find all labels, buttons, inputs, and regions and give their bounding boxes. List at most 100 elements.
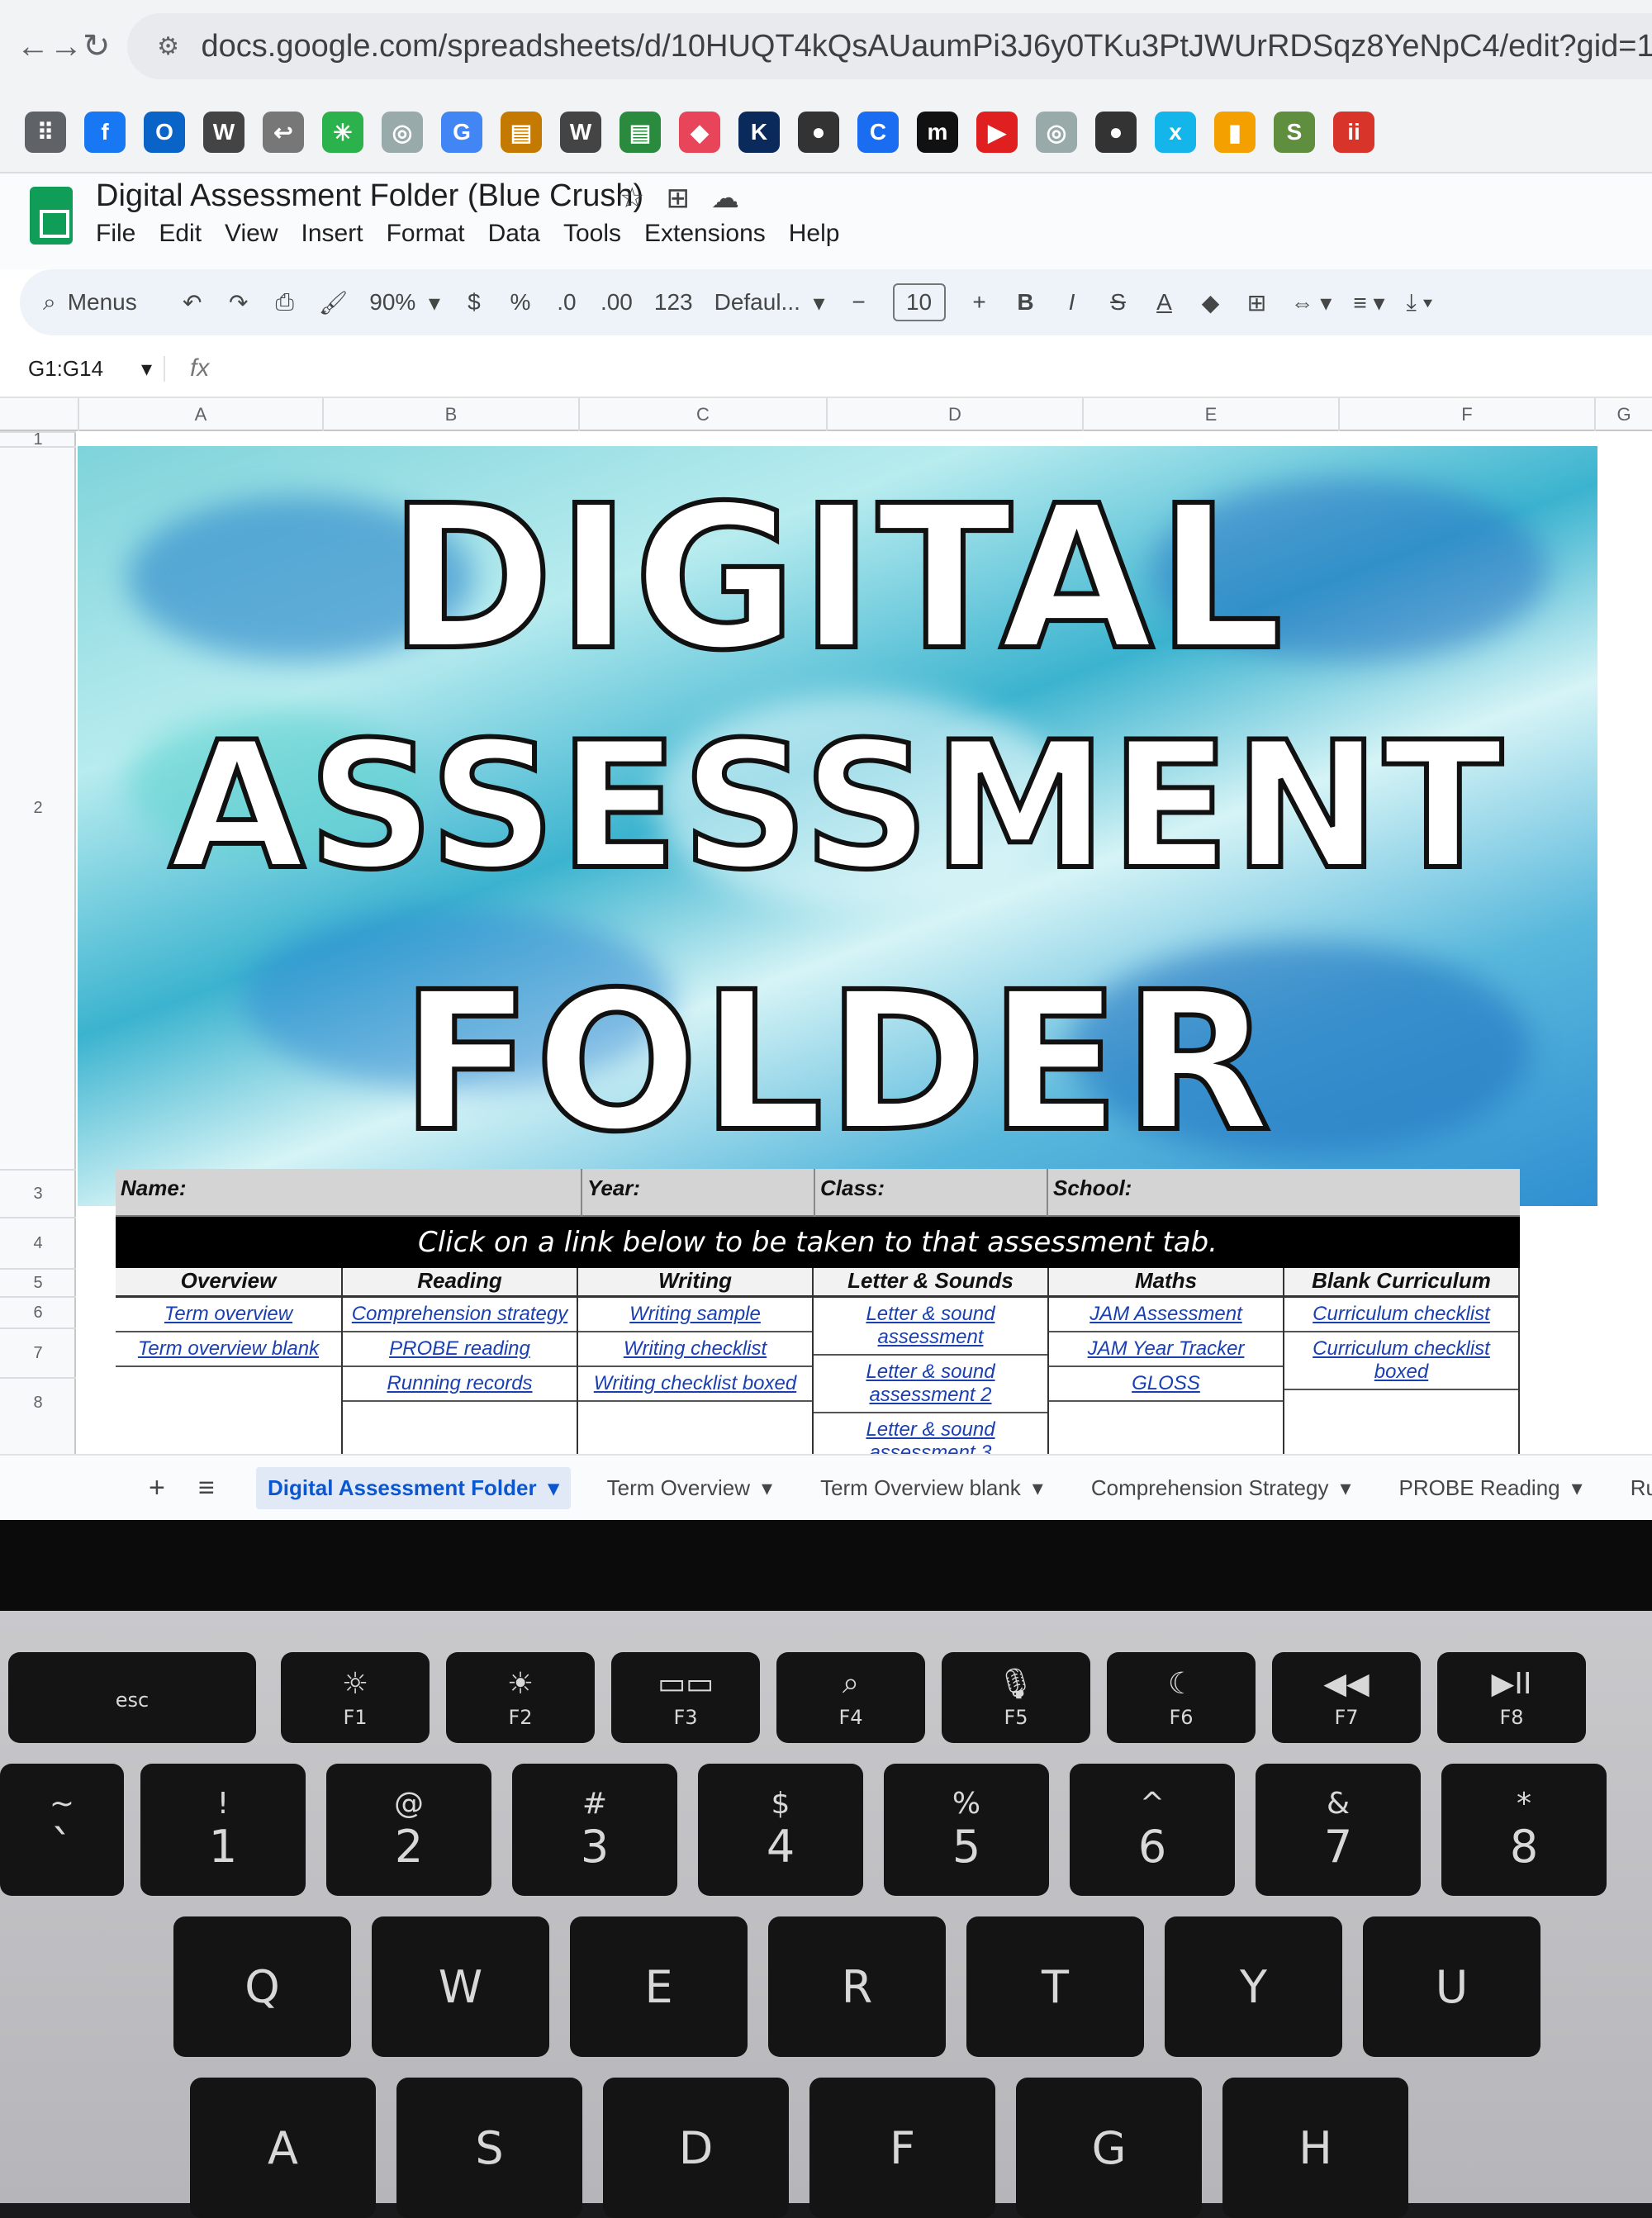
paint-format-icon[interactable]: 🖌 xyxy=(319,289,349,316)
function-key-f5[interactable]: 🎙 F5 xyxy=(942,1652,1090,1743)
function-key-f2[interactable]: ☀ F2 xyxy=(446,1652,595,1743)
name-cell[interactable]: Name: xyxy=(116,1169,582,1217)
site-settings-icon[interactable]: ⚙ xyxy=(150,28,187,64)
redo-icon[interactable]: ↷ xyxy=(226,289,251,316)
esc-key[interactable]: esc xyxy=(8,1652,256,1743)
number-key-`[interactable]: ~ ` xyxy=(0,1764,124,1896)
assessment-link[interactable]: PROBE reading xyxy=(343,1332,577,1367)
row-header-8[interactable]: 8 xyxy=(0,1377,76,1427)
column-header-c[interactable]: C xyxy=(578,398,826,431)
assessment-link[interactable]: Curriculum checklist xyxy=(1284,1298,1518,1332)
number-key-4[interactable]: $4 xyxy=(698,1764,863,1896)
function-key-f8[interactable]: ▶II F8 xyxy=(1437,1652,1586,1743)
function-key-f6[interactable]: ☾ F6 xyxy=(1107,1652,1256,1743)
column-header-d[interactable]: D xyxy=(826,398,1082,431)
assessment-link[interactable]: Comprehension strategy xyxy=(343,1298,577,1332)
column-header-a[interactable]: A xyxy=(78,398,322,431)
number-key-6[interactable]: ^ 6 xyxy=(1070,1764,1235,1896)
row-header-7[interactable]: 7 xyxy=(0,1327,76,1377)
wordpress-icon-2[interactable]: W xyxy=(560,112,601,153)
number-key-1[interactable]: ! 1 xyxy=(140,1764,306,1896)
letter-key-g[interactable]: G xyxy=(1016,2078,1202,2218)
chevron-down-icon[interactable]: ▾ xyxy=(548,1475,559,1501)
assessment-link[interactable]: Curriculum checklist boxed xyxy=(1284,1332,1518,1390)
menu-item-insert[interactable]: Insert xyxy=(301,220,363,248)
outlook-icon[interactable]: O xyxy=(144,112,185,153)
globe-icon-2[interactable]: ● xyxy=(1095,112,1137,153)
number-key-2[interactable]: @2 xyxy=(326,1764,491,1896)
zoom-select[interactable]: 90% ▾ xyxy=(369,289,440,316)
menu-item-format[interactable]: Format xyxy=(387,220,465,248)
letter-key-r[interactable]: R xyxy=(768,1916,946,2057)
star-icon[interactable]: ☆ xyxy=(620,182,644,215)
letter-key-q[interactable]: Q xyxy=(173,1916,351,2057)
percent-format-button[interactable]: % xyxy=(508,289,533,316)
strikethrough-icon[interactable]: S xyxy=(1106,289,1131,316)
sheet-tab[interactable]: Digital Assessment Folder ▾ xyxy=(256,1466,571,1509)
sheet-tab[interactable]: Term Overview ▾ xyxy=(596,1467,784,1509)
vertical-align-icon[interactable]: ⤓ ▾ xyxy=(1407,289,1433,316)
letter-key-h[interactable]: H xyxy=(1222,2078,1408,2218)
sheet-tab[interactable]: Comprehension Strategy ▾ xyxy=(1080,1467,1363,1509)
chevron-down-icon[interactable]: ▾ xyxy=(1032,1475,1043,1501)
column-header-b[interactable]: B xyxy=(322,398,578,431)
apps-grid-icon[interactable]: ⠿ xyxy=(25,112,66,153)
add-sheet-icon[interactable]: + xyxy=(149,1472,165,1504)
menu-item-help[interactable]: Help xyxy=(789,220,840,248)
play-icon[interactable]: ▶ xyxy=(976,112,1018,153)
chevron-down-icon[interactable]: ▾ xyxy=(1572,1475,1583,1501)
row-header-1[interactable]: 1 xyxy=(0,430,76,449)
letter-key-d[interactable]: D xyxy=(603,2078,789,2218)
number-key-3[interactable]: #3 xyxy=(512,1764,677,1896)
function-key-f7[interactable]: ◀◀ F7 xyxy=(1272,1652,1421,1743)
school-cell[interactable]: School: xyxy=(1048,1169,1520,1217)
assessment-link[interactable]: Writing checklist boxed xyxy=(578,1367,812,1402)
italic-button[interactable]: I xyxy=(1060,289,1085,316)
function-key-f1[interactable]: ☼ F1 xyxy=(281,1652,430,1743)
assessment-link[interactable]: Writing sample xyxy=(578,1298,812,1332)
assessment-link[interactable]: Running records xyxy=(343,1367,577,1402)
currency-format-button[interactable]: $ xyxy=(462,289,487,316)
number-key-5[interactable]: % 5 xyxy=(884,1764,1049,1896)
letter-key-t[interactable]: T xyxy=(966,1916,1144,2057)
all-sheets-icon[interactable]: ≡ xyxy=(198,1472,215,1504)
shopify-icon[interactable]: S xyxy=(1274,112,1315,153)
k-icon[interactable]: K xyxy=(738,112,780,153)
search-menus[interactable]: ⌕ Menus xyxy=(43,289,159,316)
assessment-link[interactable]: JAM Assessment xyxy=(1049,1298,1283,1332)
book-icon-2[interactable]: ▤ xyxy=(620,112,661,153)
book-icon[interactable]: ▤ xyxy=(501,112,542,153)
decrease-font-size-button[interactable]: − xyxy=(847,289,871,316)
letter-key-w[interactable]: W xyxy=(372,1916,549,2057)
assessment-link[interactable]: Writing checklist xyxy=(578,1332,812,1367)
number-key-8[interactable]: * 8 xyxy=(1441,1764,1607,1896)
column-header-e[interactable]: E xyxy=(1082,398,1338,431)
sheets-logo-icon[interactable] xyxy=(30,187,73,245)
assessment-link[interactable]: Letter & sound assessment xyxy=(814,1298,1047,1356)
row-header-3[interactable]: 3 xyxy=(0,1169,76,1217)
forward-arrow-icon[interactable]: → xyxy=(50,20,83,73)
assessment-link[interactable]: GLOSS xyxy=(1049,1367,1283,1402)
sparkle-icon[interactable]: ✳ xyxy=(322,112,363,153)
year-cell[interactable]: Year: xyxy=(582,1169,815,1217)
letter-key-f[interactable]: F xyxy=(809,2078,995,2218)
move-folder-icon[interactable]: ⊞ xyxy=(666,182,690,215)
gem-icon[interactable]: ◆ xyxy=(679,112,720,153)
font-size-input[interactable]: 10 xyxy=(892,283,946,321)
openai-icon[interactable]: ◎ xyxy=(382,112,423,153)
sheet-tab[interactable]: PROBE Reading ▾ xyxy=(1388,1467,1594,1509)
analytics-icon[interactable]: ▮ xyxy=(1214,112,1256,153)
number-key-7[interactable]: & 7 xyxy=(1256,1764,1421,1896)
font-select[interactable]: Defaul... ▾ xyxy=(714,289,825,316)
function-key-f3[interactable]: ▭▭ F3 xyxy=(611,1652,760,1743)
chevron-down-icon[interactable]: ▾ xyxy=(1340,1475,1351,1501)
letter-key-y[interactable]: Y xyxy=(1165,1916,1342,2057)
letter-key-s[interactable]: S xyxy=(396,2078,582,2218)
assessment-link[interactable]: Term overview blank xyxy=(116,1332,341,1367)
url-text[interactable]: docs.google.com/spreadsheets/d/10HUQT4kQ… xyxy=(202,29,1652,64)
increase-font-size-button[interactable]: + xyxy=(967,289,992,316)
row-header-2[interactable]: 2 xyxy=(0,446,76,1169)
calendar-icon[interactable]: ii xyxy=(1333,112,1374,153)
sheet-tab[interactable]: Runnin xyxy=(1619,1467,1652,1509)
merge-cells-icon[interactable]: ⇔ ▾ xyxy=(1291,289,1332,316)
